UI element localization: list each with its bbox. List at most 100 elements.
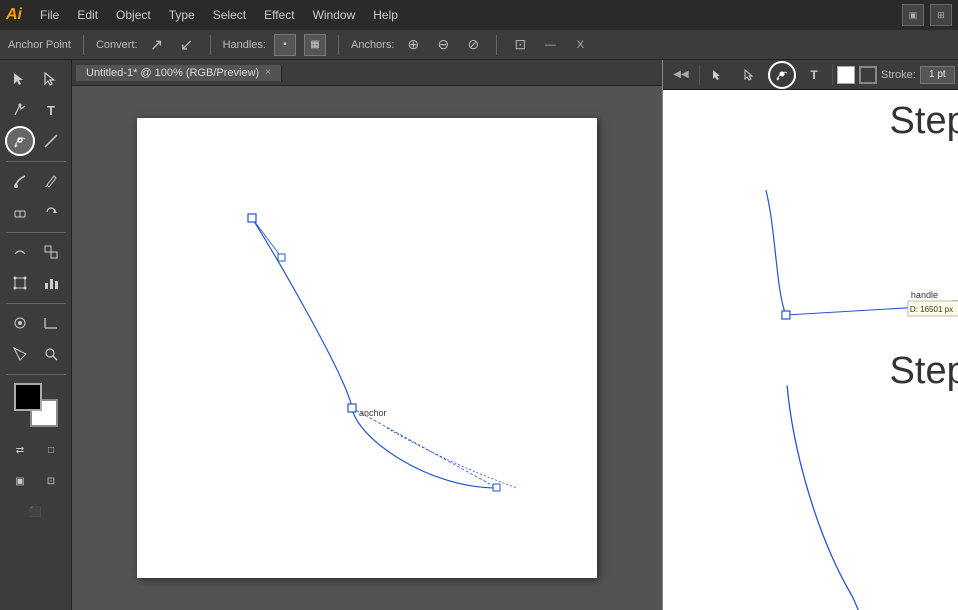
canvas-drawing: anchor bbox=[137, 118, 597, 578]
paintbrush-tool-btn[interactable] bbox=[5, 166, 35, 196]
screen-mode-btn[interactable]: ⊡ bbox=[36, 466, 66, 496]
tool-row-8 bbox=[5, 339, 66, 369]
menu-effect[interactable]: Effect bbox=[256, 6, 302, 24]
chart-tool-btn[interactable] bbox=[36, 268, 66, 298]
warp-tool-btn[interactable] bbox=[5, 237, 35, 267]
type-tool-btn[interactable]: T bbox=[36, 95, 66, 125]
stroke-value-input[interactable] bbox=[920, 66, 955, 84]
options-bar: Anchor Point Convert: ↗ ↙ Handles: ▪ ▦ A… bbox=[0, 30, 958, 60]
column-graph-btn[interactable] bbox=[36, 308, 66, 338]
document-tab[interactable]: Untitled-1* @ 100% (RGB/Preview) × bbox=[76, 65, 282, 81]
divider-4 bbox=[496, 35, 497, 55]
tool-row-mode: ▣ ⊡ bbox=[5, 466, 66, 496]
split-view: Untitled-1* @ 100% (RGB/Preview) × bbox=[72, 60, 958, 610]
change-screen-mode-btn[interactable]: ⬛ bbox=[21, 497, 51, 527]
anchors-icon-1[interactable]: ⊕ bbox=[402, 34, 424, 56]
pencil-tool-btn[interactable] bbox=[36, 166, 66, 196]
selection-tool-btn[interactable] bbox=[5, 64, 35, 94]
svg-text:handle: handle bbox=[911, 290, 938, 300]
tool-row-6 bbox=[5, 268, 66, 298]
left-toolbar: T bbox=[0, 60, 72, 610]
menu-edit[interactable]: Edit bbox=[69, 6, 106, 24]
step2-drawing: anchor bbox=[663, 380, 958, 610]
convert-label: Convert: bbox=[96, 39, 138, 51]
right-direct-select-btn[interactable] bbox=[736, 61, 764, 89]
stroke-label: Stroke: bbox=[881, 69, 916, 81]
tool-row-7 bbox=[5, 308, 66, 338]
menu-type[interactable]: Type bbox=[161, 6, 203, 24]
divider-2 bbox=[210, 35, 211, 55]
rotate-tool-btn[interactable] bbox=[36, 197, 66, 227]
right-toolbar-mini: ◀◀ T bbox=[663, 60, 958, 90]
anchor-point-label: Anchor Point bbox=[8, 39, 71, 51]
svg-text:anchor: anchor bbox=[359, 408, 387, 418]
tool-row-change-mode: ⬛ bbox=[21, 497, 51, 527]
color-swatches[interactable] bbox=[14, 383, 58, 427]
options-scatter[interactable]: — bbox=[539, 34, 561, 56]
menu-window[interactable]: Window bbox=[305, 6, 364, 24]
toolbar-divider-3 bbox=[6, 303, 66, 304]
anchors-icon-3[interactable]: ⊘ bbox=[462, 34, 484, 56]
divider-1 bbox=[83, 35, 84, 55]
toolbar-divider-1 bbox=[6, 161, 66, 162]
convert-smooth-btn[interactable]: ↗ bbox=[146, 34, 168, 56]
pen-tool-btn[interactable] bbox=[5, 95, 35, 125]
anchors-icon-2[interactable]: ⊖ bbox=[432, 34, 454, 56]
toolbar-divider-4 bbox=[6, 374, 66, 375]
tool-row-extras: ⇄ □ bbox=[5, 435, 66, 465]
tool-row-1 bbox=[5, 64, 66, 94]
default-colors-btn[interactable]: □ bbox=[36, 435, 66, 465]
right-panel: ◀◀ T bbox=[662, 60, 958, 610]
menu-help[interactable]: Help bbox=[365, 6, 406, 24]
tool-row-5 bbox=[5, 237, 66, 267]
mini-divider bbox=[699, 65, 700, 85]
zoom-tool-btn[interactable] bbox=[36, 339, 66, 369]
handles-btn-2[interactable]: ▦ bbox=[304, 34, 326, 56]
menu-bar-right: ▣ ⊞ bbox=[902, 4, 952, 26]
artboard: anchor bbox=[137, 118, 597, 578]
normal-mode-btn[interactable]: ▣ bbox=[5, 466, 35, 496]
free-transform-btn[interactable] bbox=[5, 268, 35, 298]
slice-tool-btn[interactable] bbox=[5, 339, 35, 369]
menu-items-left: File Edit Object Type Select Effect Wind… bbox=[32, 6, 406, 24]
tool-row-4 bbox=[5, 197, 66, 227]
foreground-color-swatch[interactable] bbox=[14, 383, 42, 411]
tab-bar: Untitled-1* @ 100% (RGB/Preview) × bbox=[72, 60, 662, 86]
stroke-border-btn[interactable] bbox=[859, 66, 877, 84]
handles-label: Handles: bbox=[223, 39, 266, 51]
toolbar-divider-2 bbox=[6, 232, 66, 233]
ai-logo-left: Ai bbox=[6, 6, 22, 24]
anchors-label: Anchors: bbox=[351, 39, 394, 51]
options-x[interactable]: X bbox=[569, 34, 591, 56]
menu-select[interactable]: Select bbox=[205, 6, 254, 24]
direct-selection-tool-btn[interactable] bbox=[36, 64, 66, 94]
svg-text:D: 16501 px: D: 16501 px bbox=[910, 305, 953, 314]
right-type-btn[interactable]: T bbox=[800, 61, 828, 89]
convert-corner-btn[interactable]: ↙ bbox=[176, 34, 198, 56]
handles-btn-1[interactable]: ▪ bbox=[274, 34, 296, 56]
canvas-area: anchor bbox=[72, 86, 662, 610]
divider-3 bbox=[338, 35, 339, 55]
workspace-btn[interactable]: ⊞ bbox=[930, 4, 952, 26]
options-hide-show[interactable]: ⊡ bbox=[509, 34, 531, 56]
right-anchor-tool-btn[interactable] bbox=[768, 61, 796, 89]
eraser-tool-btn[interactable] bbox=[5, 197, 35, 227]
main-area: T bbox=[0, 60, 958, 610]
mini-divider-2 bbox=[832, 65, 833, 85]
symbol-tool-btn[interactable] bbox=[5, 308, 35, 338]
app-switcher-btn[interactable]: ▣ bbox=[902, 4, 924, 26]
menu-file[interactable]: File bbox=[32, 6, 67, 24]
scale-tool-btn[interactable] bbox=[36, 237, 66, 267]
menu-object[interactable]: Object bbox=[108, 6, 159, 24]
right-collapse-btn[interactable]: ◀◀ bbox=[667, 61, 695, 89]
line-tool-btn[interactable] bbox=[36, 126, 66, 156]
anchor-point-tool-btn[interactable] bbox=[5, 126, 35, 156]
tool-row-2: T bbox=[5, 95, 66, 125]
tab-close-btn[interactable]: × bbox=[265, 67, 271, 78]
left-panel: Untitled-1* @ 100% (RGB/Preview) × bbox=[72, 60, 662, 610]
tool-row-3 bbox=[5, 166, 66, 196]
stroke-color-white[interactable] bbox=[837, 66, 855, 84]
swap-colors-btn[interactable]: ⇄ bbox=[5, 435, 35, 465]
tab-title: Untitled-1* @ 100% (RGB/Preview) bbox=[86, 67, 259, 79]
right-selection-btn[interactable] bbox=[704, 61, 732, 89]
